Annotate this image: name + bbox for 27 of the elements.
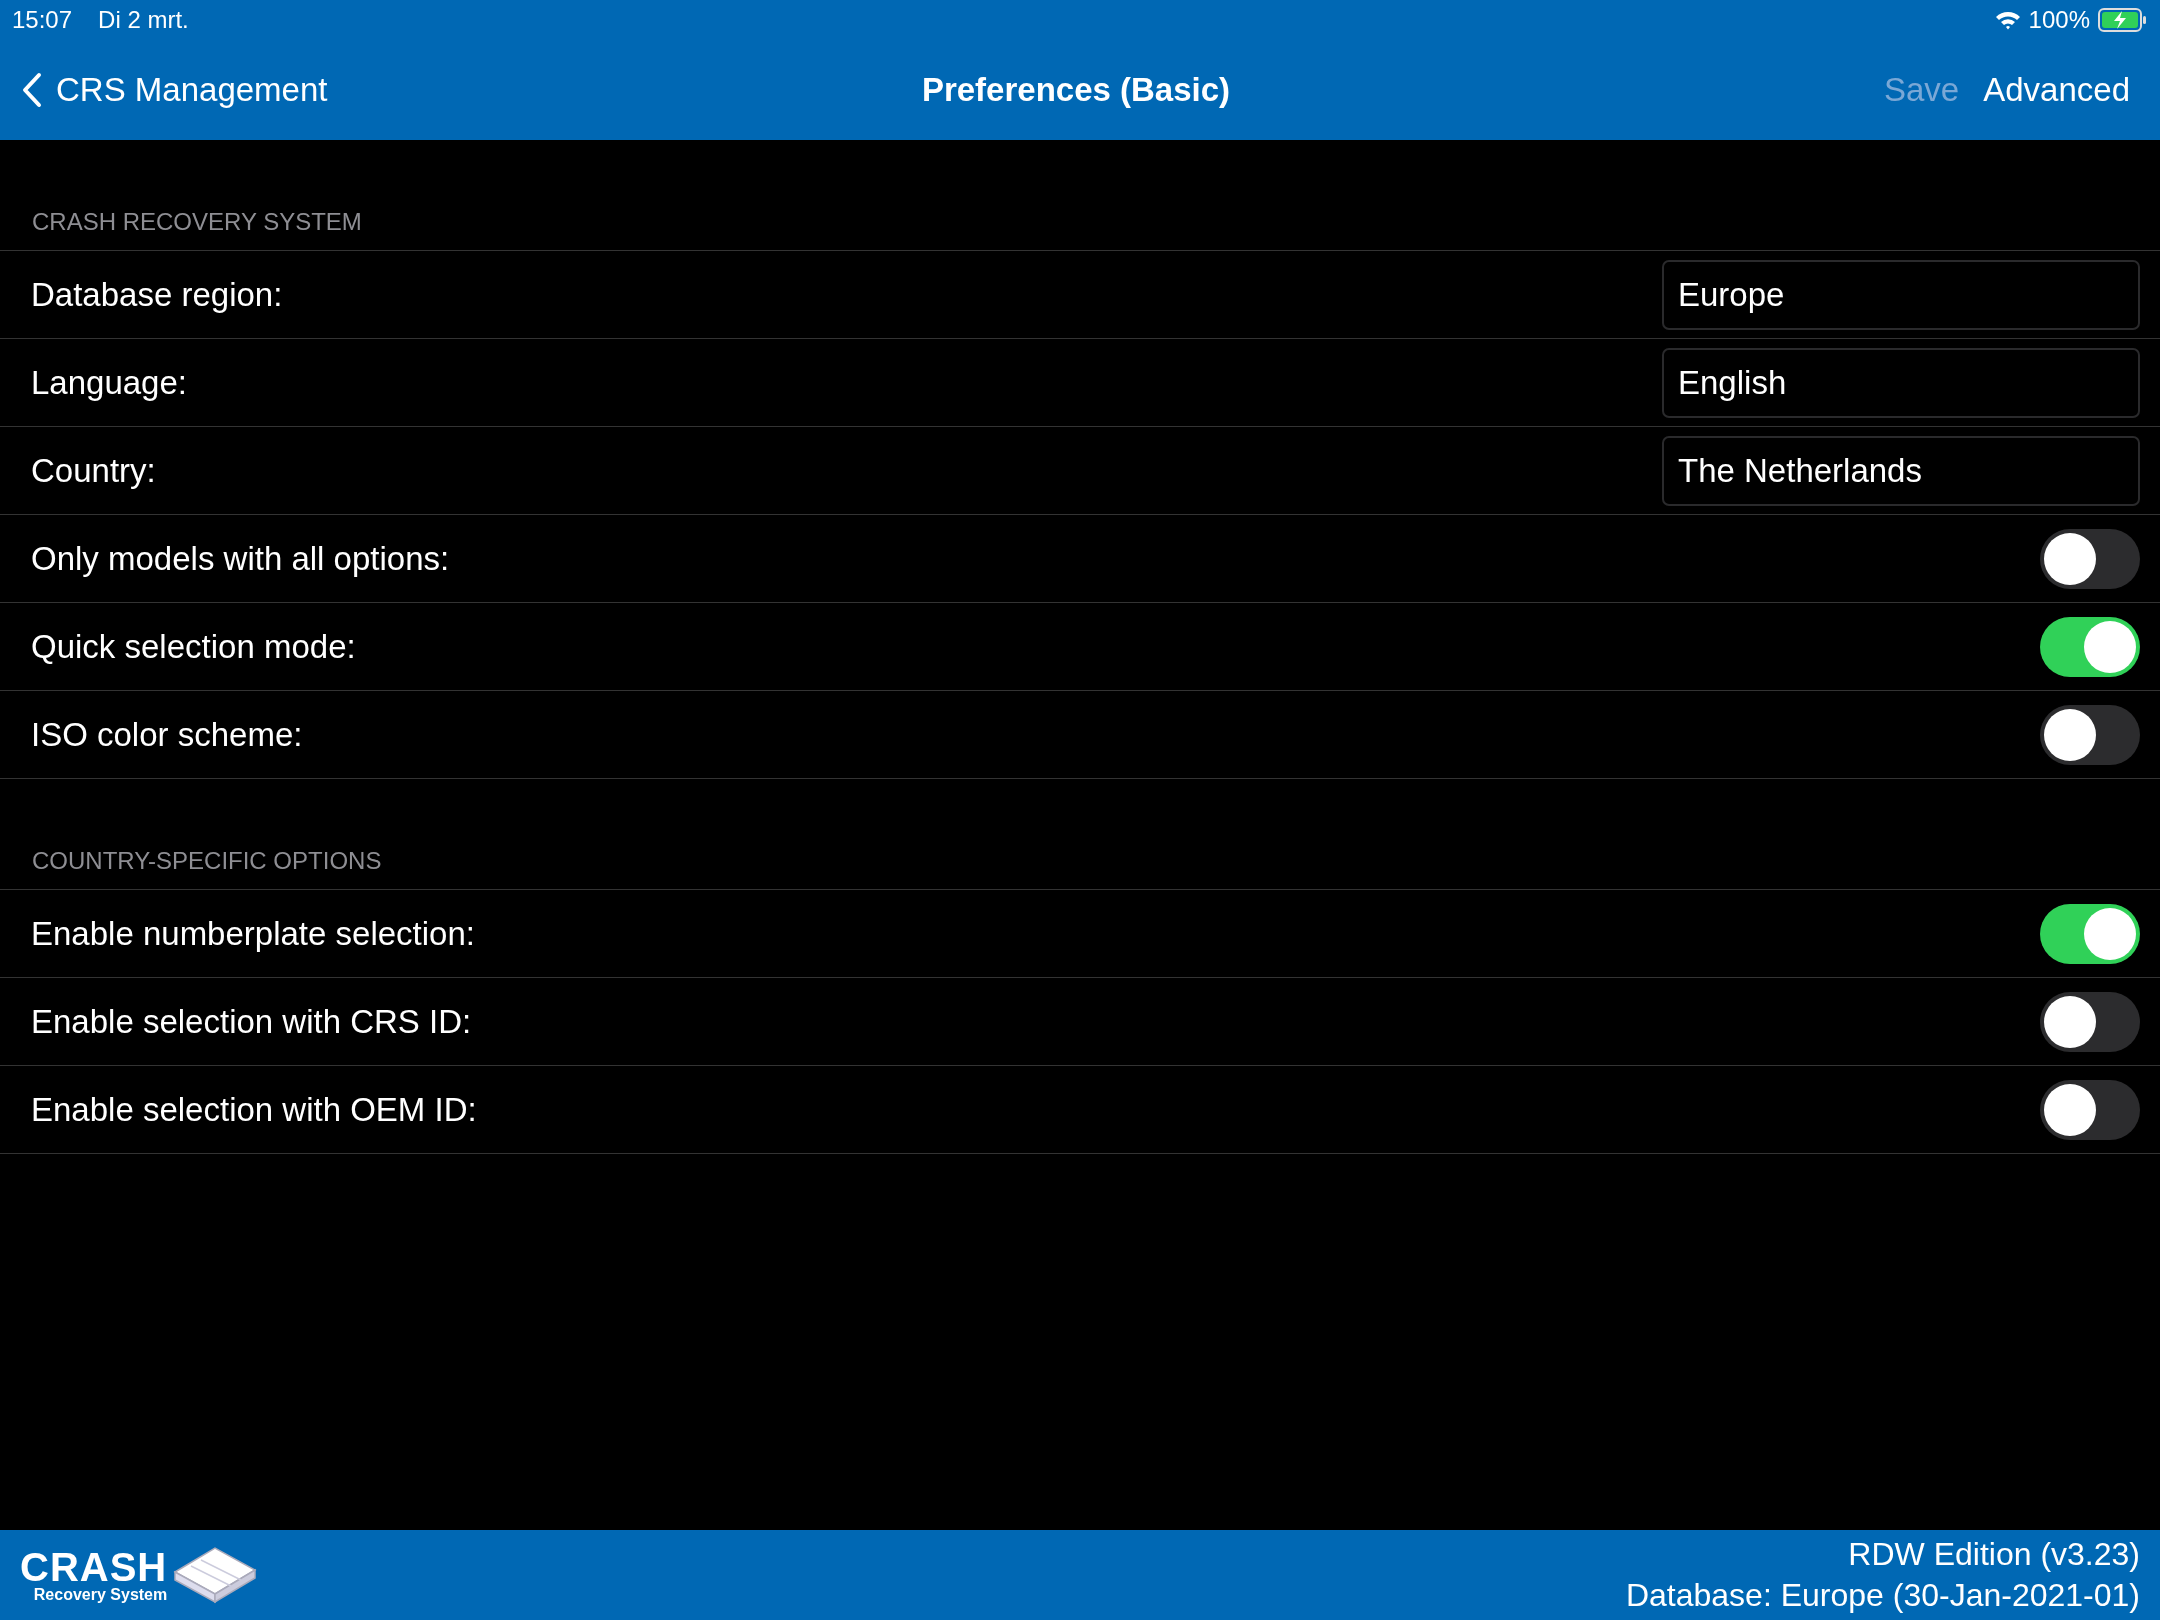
database-text: Database: Europe (30-Jan-2021-01)	[1625, 1576, 2140, 1615]
battery-charging-icon	[2098, 8, 2148, 32]
setting-label: Language:	[31, 363, 188, 402]
section-header: CRASH RECOVERY SYSTEM	[31, 208, 363, 237]
setting-label: Country:	[31, 451, 157, 490]
setting-label: Database region:	[31, 275, 284, 314]
screen-title: Preferences (Basic)	[921, 71, 1231, 109]
battery-percentage: 100%	[2028, 6, 2090, 34]
chevron-left-icon	[22, 72, 42, 108]
wifi-icon	[1994, 10, 2021, 30]
status-date: Di 2 mrt.	[98, 6, 189, 34]
setting-label: Enable selection with OEM ID:	[31, 1090, 478, 1129]
setting-label: ISO color scheme:	[31, 715, 304, 754]
setting-label: Enable numberplate selection:	[31, 914, 476, 953]
disc-drive-icon	[171, 1544, 258, 1606]
status-time: 15:07	[12, 6, 73, 34]
edition-text: RDW Edition (v3.23)	[1848, 1535, 2140, 1574]
nav-action-button[interactable]: Advanced	[1983, 71, 2130, 109]
logo-wordmark: CRASH	[20, 1547, 168, 1587]
dropdown-field[interactable]: English	[1662, 347, 2140, 418]
logo-subtitle: Recovery System	[33, 1587, 168, 1603]
setting-label: Only models with all options:	[31, 539, 451, 578]
setting-label: Quick selection mode:	[31, 627, 357, 666]
dropdown-field[interactable]: Europe	[1662, 259, 2140, 330]
section-header: COUNTRY-SPECIFIC OPTIONS	[31, 847, 383, 876]
dropdown-field[interactable]: The Netherlands	[1662, 435, 2140, 506]
setting-label: Enable selection with CRS ID:	[31, 1002, 473, 1041]
